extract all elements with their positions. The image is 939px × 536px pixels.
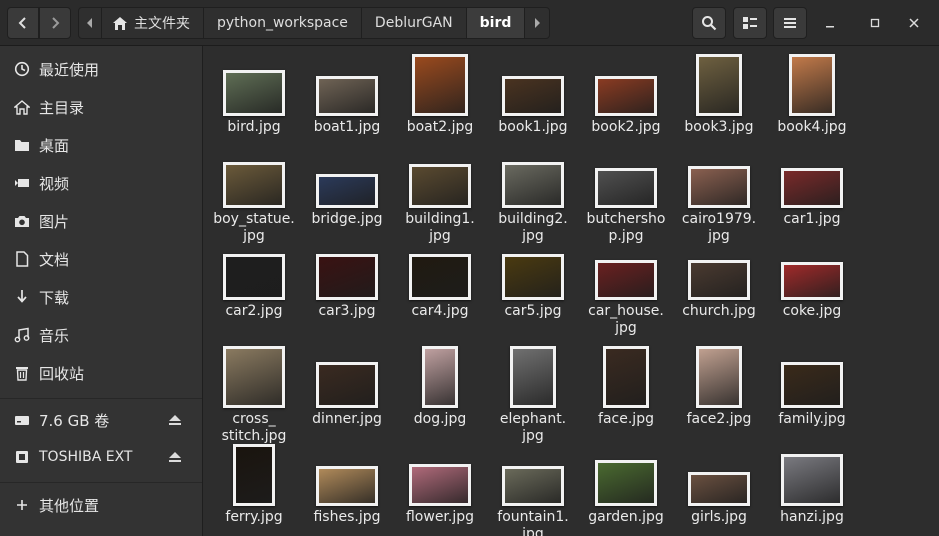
list-view-icon	[743, 17, 757, 29]
sidebar-item-label: 文档	[39, 250, 70, 269]
sidebar-item-other-locations[interactable]: 其他位置	[0, 487, 202, 523]
sidebar-item-music[interactable]: 音乐	[0, 317, 202, 353]
drive-icon	[13, 448, 31, 466]
sidebar-item-label: 最近使用	[39, 60, 100, 79]
eject-icon[interactable]	[168, 412, 182, 430]
sidebar-item-volume[interactable]: 7.6 GB 卷	[0, 402, 202, 438]
minimize-button[interactable]	[817, 10, 843, 36]
breadcrumb-label: DeblurGAN	[374, 15, 453, 31]
sidebar-divider	[0, 482, 202, 483]
file-item[interactable]: girls.jpg	[673, 46, 765, 536]
file-item[interactable]: hanzi.jpg	[766, 46, 858, 536]
sidebar-item-label: 回收站	[39, 364, 85, 383]
breadcrumb-bird[interactable]: bird	[466, 8, 526, 38]
sidebar-item-label: 其他位置	[39, 496, 100, 515]
sidebar-item-label: 7.6 GB 卷	[39, 411, 110, 430]
breadcrumb-deblurgan[interactable]: DeblurGAN	[362, 8, 467, 38]
breadcrumb-label: 主文件夹	[134, 16, 190, 32]
file-name: flower.jpg	[405, 509, 475, 525]
sidebar-item-label: 主目录	[39, 98, 85, 117]
breadcrumb-scroll-right-button[interactable]	[525, 8, 549, 38]
menu-button[interactable]	[773, 7, 807, 39]
clock-icon	[13, 60, 31, 78]
maximize-button[interactable]	[862, 10, 888, 36]
chevron-right-icon	[52, 17, 60, 29]
sidebar-item-toshiba[interactable]: TOSHIBA EXT	[0, 439, 202, 475]
file-thumbnail	[781, 454, 843, 506]
file-thumbnail	[688, 472, 750, 506]
plus-icon	[13, 496, 31, 514]
trash-icon	[13, 364, 31, 382]
home-icon	[113, 16, 127, 30]
hamburger-menu-icon	[784, 18, 796, 28]
breadcrumb-python-workspace[interactable]: python_workspace	[204, 8, 362, 38]
breadcrumb-label: python_workspace	[217, 15, 348, 31]
search-icon	[702, 16, 717, 31]
forward-button[interactable]	[39, 7, 71, 39]
file-name: girls.jpg	[691, 509, 747, 525]
chevron-left-icon	[18, 17, 26, 29]
file-name: hanzi.jpg	[780, 509, 844, 525]
video-icon	[13, 174, 31, 192]
drive-icon	[13, 411, 31, 429]
file-thumbnail	[316, 466, 378, 506]
breadcrumb: 主文件夹 python_workspace DeblurGAN bird	[78, 7, 551, 39]
file-item[interactable]: ferry.jpg	[208, 46, 300, 536]
sidebar-item-label: TOSHIBA EXT	[39, 449, 133, 465]
sidebar-item-documents[interactable]: 文档	[0, 241, 202, 277]
sidebar-divider	[0, 398, 202, 399]
sidebar-item-downloads[interactable]: 下载	[0, 279, 202, 315]
file-item[interactable]: flower.jpg	[394, 46, 486, 536]
view-toggle-button[interactable]	[733, 7, 767, 39]
close-icon	[909, 18, 919, 28]
file-name: garden.jpg	[588, 509, 664, 525]
sidebar-item-trash[interactable]: 回收站	[0, 355, 202, 391]
sidebar-item-label: 桌面	[39, 136, 70, 155]
folder-icon	[13, 136, 31, 154]
download-icon	[13, 288, 31, 306]
camera-icon	[13, 212, 31, 230]
chevron-right-icon	[535, 18, 541, 28]
header-bar: 主文件夹 python_workspace DeblurGAN bird	[0, 0, 939, 46]
file-item[interactable]: fountain1. jpg	[487, 46, 579, 536]
file-item[interactable]: fishes.jpg	[301, 46, 393, 536]
sidebar-item-recent[interactable]: 最近使用	[0, 51, 202, 87]
sidebar-item-home[interactable]: 主目录	[0, 89, 202, 125]
file-thumbnail	[595, 460, 657, 506]
sidebar: 最近使用 主目录 桌面 视频 图片 文档 下载 音乐 回收站 7.6 GB 卷	[0, 46, 203, 536]
sidebar-item-label: 下载	[39, 288, 70, 307]
close-button[interactable]	[901, 10, 927, 36]
chevron-left-icon	[87, 18, 92, 28]
music-icon	[13, 326, 31, 344]
breadcrumb-home[interactable]: 主文件夹	[102, 8, 204, 38]
maximize-icon	[870, 18, 880, 28]
breadcrumb-label: bird	[479, 15, 512, 31]
home-icon	[13, 98, 31, 116]
eject-icon[interactable]	[168, 449, 182, 467]
sidebar-item-pictures[interactable]: 图片	[0, 203, 202, 239]
file-thumbnail	[233, 444, 275, 506]
document-icon	[13, 250, 31, 268]
sidebar-item-label: 图片	[39, 212, 70, 231]
file-item[interactable]: garden.jpg	[580, 46, 672, 536]
minimize-icon	[826, 26, 834, 28]
sidebar-item-desktop[interactable]: 桌面	[0, 127, 202, 163]
file-thumbnail	[409, 464, 471, 506]
file-thumbnail	[502, 466, 564, 506]
file-grid: bird.jpg boat1.jpg boat2.jpg book1.jpg book2…	[204, 46, 939, 536]
sidebar-item-label: 视频	[39, 174, 70, 193]
sidebar-item-label: 音乐	[39, 326, 70, 345]
back-button[interactable]	[7, 7, 39, 39]
sidebar-item-videos[interactable]: 视频	[0, 165, 202, 201]
search-button[interactable]	[692, 7, 726, 39]
breadcrumb-scroll-left-button[interactable]	[79, 8, 102, 38]
file-name: fishes.jpg	[313, 509, 381, 525]
file-name: ferry.jpg	[225, 509, 283, 525]
file-name: fountain1. jpg	[497, 509, 569, 536]
